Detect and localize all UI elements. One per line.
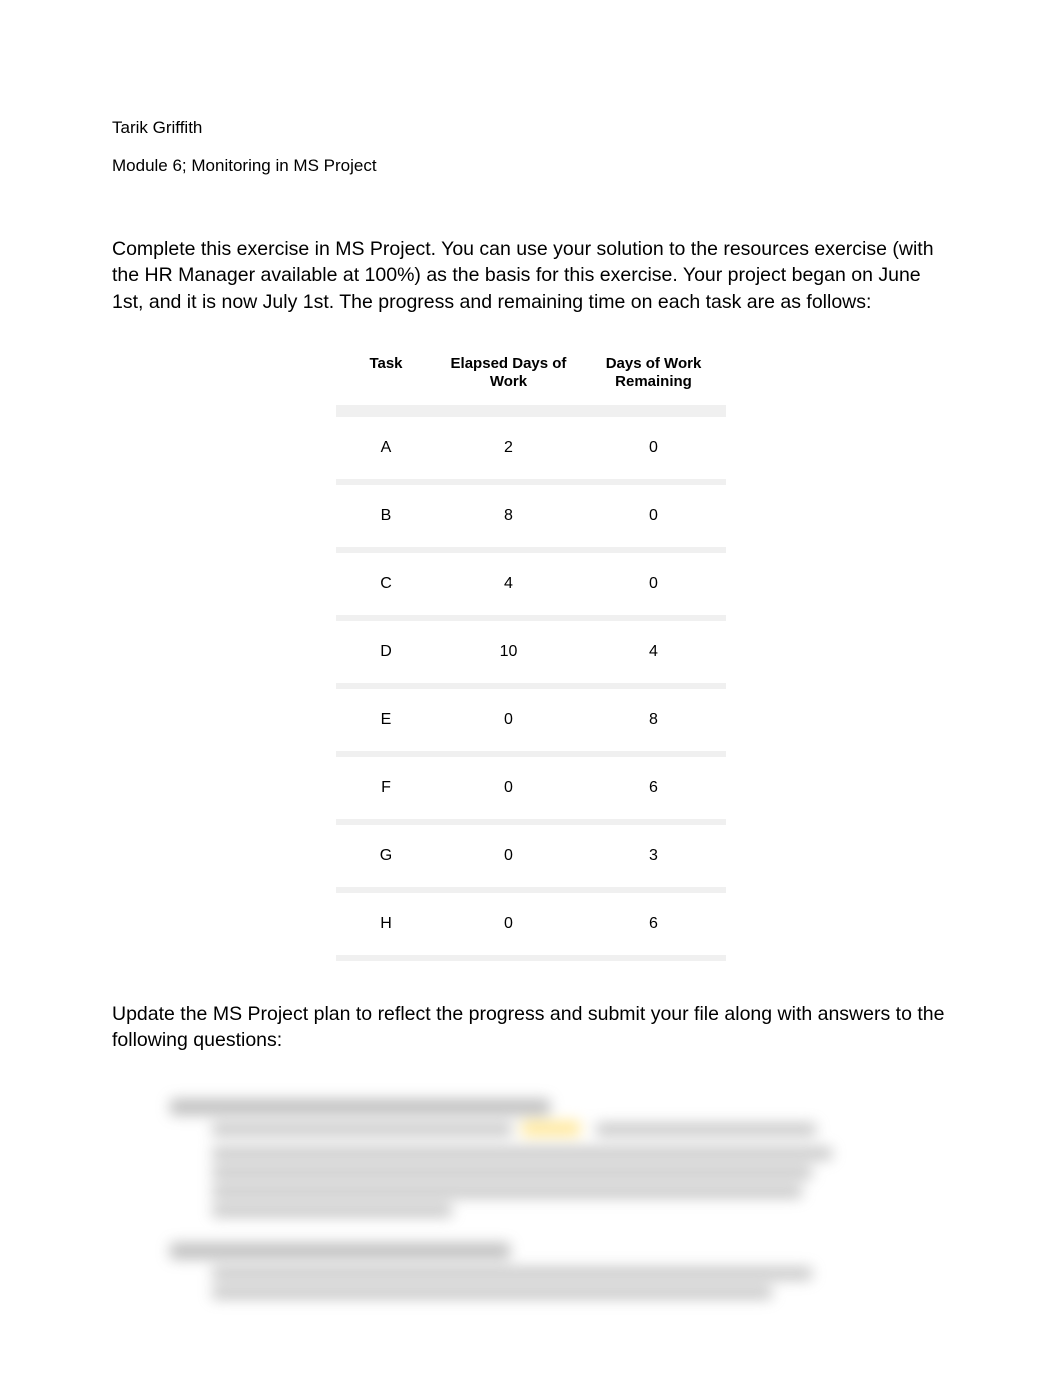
blurred-content bbox=[112, 1099, 950, 1299]
cell-remaining: 0 bbox=[581, 547, 726, 615]
cell-remaining: 4 bbox=[581, 615, 726, 683]
update-paragraph: Update the MS Project plan to reflect th… bbox=[112, 1001, 950, 1054]
document-page: Tarik Griffith Module 6; Monitoring in M… bbox=[0, 0, 1062, 1299]
table-row: A 2 0 bbox=[336, 411, 726, 479]
table-row: D 10 4 bbox=[336, 615, 726, 683]
cell-task: C bbox=[336, 547, 436, 615]
cell-elapsed: 4 bbox=[436, 547, 581, 615]
table-header-row: Task Elapsed Days of Work Days of Work R… bbox=[336, 345, 726, 411]
cell-elapsed: 2 bbox=[436, 411, 581, 479]
header-task: Task bbox=[336, 345, 436, 411]
author-name: Tarik Griffith bbox=[112, 118, 950, 138]
instructions-paragraph: Complete this exercise in MS Project. Yo… bbox=[112, 236, 950, 315]
cell-elapsed: 0 bbox=[436, 887, 581, 961]
cell-task: B bbox=[336, 479, 436, 547]
cell-remaining: 6 bbox=[581, 887, 726, 961]
cell-remaining: 0 bbox=[581, 411, 726, 479]
cell-task: G bbox=[336, 819, 436, 887]
cell-elapsed: 8 bbox=[436, 479, 581, 547]
module-title: Module 6; Monitoring in MS Project bbox=[112, 156, 950, 176]
table-row: C 4 0 bbox=[336, 547, 726, 615]
cell-elapsed: 10 bbox=[436, 615, 581, 683]
blurred-question-2 bbox=[152, 1243, 950, 1299]
cell-remaining: 3 bbox=[581, 819, 726, 887]
cell-task: F bbox=[336, 751, 436, 819]
header-remaining: Days of Work Remaining bbox=[581, 345, 726, 411]
task-table: Task Elapsed Days of Work Days of Work R… bbox=[336, 345, 726, 961]
cell-task: A bbox=[336, 411, 436, 479]
table-row: H 0 6 bbox=[336, 887, 726, 961]
header-elapsed: Elapsed Days of Work bbox=[436, 345, 581, 411]
cell-elapsed: 0 bbox=[436, 751, 581, 819]
table-row: F 0 6 bbox=[336, 751, 726, 819]
cell-task: D bbox=[336, 615, 436, 683]
table-row: B 8 0 bbox=[336, 479, 726, 547]
table-row: E 0 8 bbox=[336, 683, 726, 751]
blurred-question-1 bbox=[152, 1099, 950, 1217]
cell-remaining: 6 bbox=[581, 751, 726, 819]
cell-remaining: 8 bbox=[581, 683, 726, 751]
cell-elapsed: 0 bbox=[436, 683, 581, 751]
cell-elapsed: 0 bbox=[436, 819, 581, 887]
cell-task: H bbox=[336, 887, 436, 961]
cell-task: E bbox=[336, 683, 436, 751]
cell-remaining: 0 bbox=[581, 479, 726, 547]
table-row: G 0 3 bbox=[336, 819, 726, 887]
